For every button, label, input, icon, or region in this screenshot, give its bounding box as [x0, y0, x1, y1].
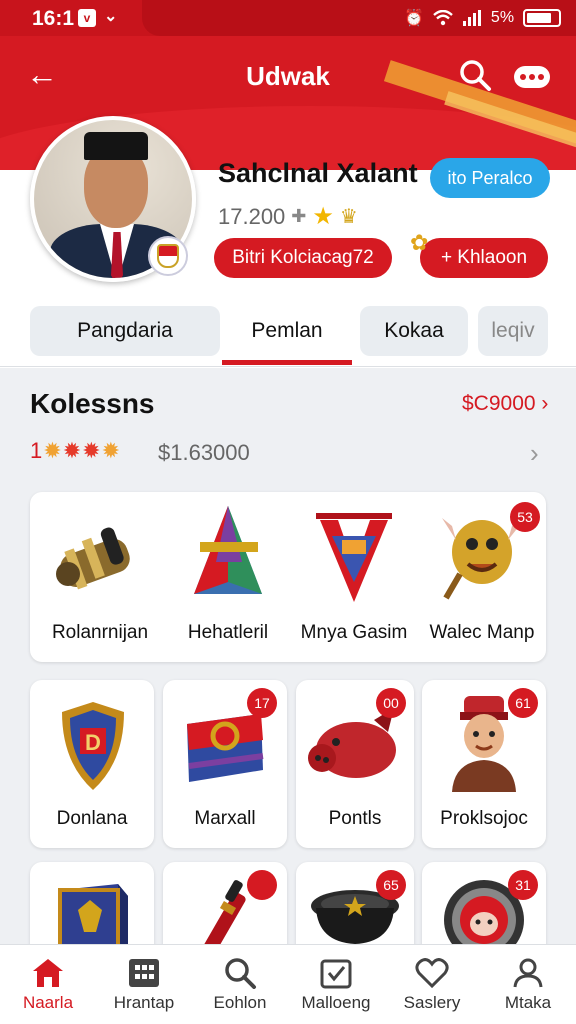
item-label: Mnya Gasim [300, 622, 408, 643]
collection-item[interactable]: Hehatleril [166, 492, 290, 662]
count-badge: 53 [510, 502, 540, 532]
wifi-icon [433, 10, 453, 26]
nav-label: Naarla [22, 993, 74, 1012]
item-label: Rolanrnijan [51, 622, 149, 643]
chevron-down-icon: ⌄ [104, 8, 118, 25]
count-badge: 31 [508, 870, 538, 900]
grid-card[interactable]: 61 Proklsojoc [422, 680, 546, 848]
calendar-check-icon [320, 959, 352, 989]
nav-label: Malloeng [301, 993, 371, 1012]
person-icon [513, 958, 543, 988]
nav-grid[interactable]: Hrantap [96, 951, 192, 1021]
flower-icon: ✹ [62, 438, 82, 463]
sword-icon: ✚ [291, 206, 307, 226]
tab-more[interactable]: leqiv [478, 306, 548, 356]
home-icon [33, 959, 63, 987]
notification-dot [247, 870, 277, 900]
tab-pangdaria[interactable]: Pangdaria [30, 306, 220, 356]
nav-calendar[interactable]: Malloeng [288, 951, 384, 1021]
nav-label: Hrantap [113, 993, 175, 1012]
battery-icon [523, 9, 562, 27]
flower-icon: ✹ [82, 438, 101, 463]
item-label: Proklsojoc [440, 808, 528, 829]
star-icon: ★ [312, 203, 334, 230]
status-bar: 16:1 v ⌄ ⏰ 5% [0, 0, 576, 36]
tab-bar: Pangdaria Pemlan Kokaa leqiv [0, 300, 576, 368]
flower-icon: ✿ [410, 230, 429, 255]
item-label: Pontls [328, 808, 382, 829]
shield-icon: D [62, 702, 124, 790]
rating-row: 1 ✹ ✹ ✹ ✹ [30, 438, 120, 464]
rating-prefix: 1 [30, 438, 43, 463]
count-badge: 61 [508, 688, 538, 718]
tab-pemlan[interactable]: Pemlan [222, 306, 352, 356]
grid-card[interactable]: D Donlana [30, 680, 154, 848]
collection-pill-button[interactable]: Bitri Kolciacag72 [214, 238, 392, 278]
nav-profile[interactable]: Mtaka [480, 951, 576, 1021]
stats-value: 17.200 [218, 203, 286, 229]
collection-item[interactable]: Rolanrnijan [38, 492, 162, 662]
flower-icon: ✹ [101, 438, 120, 463]
collection-item[interactable]: Mnya Gasim [292, 492, 416, 662]
boar-icon [308, 708, 396, 778]
grid-card[interactable]: 17 Marxall [163, 680, 287, 848]
grid-card[interactable]: 00 Pontls [296, 680, 414, 848]
nav-label: Eohlon [213, 993, 267, 1012]
action-pill-button[interactable]: + Khlaoon [420, 238, 548, 278]
nav-home[interactable]: Naarla [0, 951, 96, 1021]
notification-app-icon: v [78, 9, 96, 27]
nav-favorites[interactable]: Saslery [384, 951, 480, 1021]
item-label: Marxall [194, 808, 256, 829]
count-badge: 17 [247, 688, 277, 718]
chevron-right-icon[interactable]: › [530, 438, 539, 469]
count-badge: 65 [376, 870, 406, 900]
profile-name: Sahclnal Xalant [218, 158, 418, 188]
battery-percent: 5% [490, 9, 515, 26]
status-time: 16:1 [32, 7, 75, 30]
divider [0, 366, 576, 367]
svg-text:D: D [85, 730, 101, 755]
section-title: Kolessns [30, 388, 155, 419]
heart-icon [415, 958, 449, 989]
flower-icon: ✹ [43, 438, 62, 463]
profile-stats: 17.200 ✚ ★ ♛ [218, 202, 358, 231]
banner-icon [316, 513, 392, 602]
collection-item[interactable]: 53 Walec Manp [418, 492, 546, 662]
item-label: Walec Manp [429, 622, 535, 643]
section-link[interactable]: $C9000 › [462, 392, 548, 416]
more-options-icon[interactable] [514, 66, 550, 88]
collection-card: Rolanrnijan Hehatleril Mnya Gasim 53 Wal… [30, 492, 546, 662]
box-icon [58, 884, 128, 950]
total-value: $1.63000 [158, 440, 250, 465]
follow-button[interactable]: ito Peralco [430, 158, 550, 198]
status-icons: ⏰ 5% [404, 8, 562, 28]
search-icon [225, 958, 256, 989]
tent-flag-icon [194, 506, 262, 594]
mask-icon [442, 518, 524, 600]
item-label: Donlana [56, 808, 128, 829]
active-tab-indicator [222, 360, 352, 365]
bottom-navigation: Naarla Hrantap Eohlon Malloeng Saslery M… [0, 944, 576, 1024]
nav-label: Mtaka [504, 993, 552, 1012]
chest-icon [187, 714, 264, 782]
grid-icon [129, 959, 159, 987]
nav-search[interactable]: Eohlon [192, 951, 288, 1021]
search-icon[interactable] [458, 58, 492, 92]
signal-icon [462, 10, 481, 26]
emblem-badge-icon [148, 236, 188, 276]
cannon-icon [56, 527, 130, 590]
nav-label: Saslery [403, 993, 461, 1012]
tab-kokaa[interactable]: Kokaa [360, 306, 468, 356]
crown-icon: ♛ [339, 206, 358, 228]
alarm-icon: ⏰ [404, 10, 424, 27]
item-label: Hehatleril [187, 622, 269, 643]
count-badge: 00 [376, 688, 406, 718]
